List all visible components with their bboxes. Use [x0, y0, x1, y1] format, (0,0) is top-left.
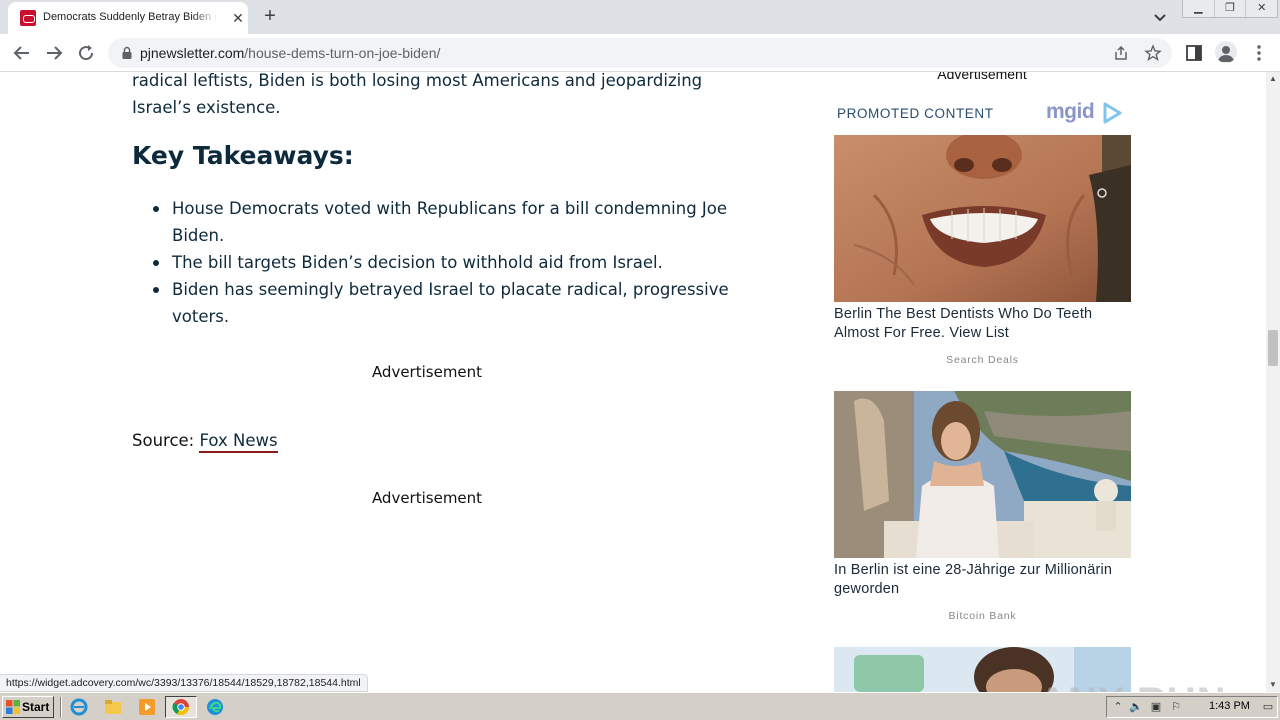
url-text: pjnewsletter.com/house-dems-turn-on-joe-…: [140, 45, 440, 61]
taskbar-clock[interactable]: 1:43 PM: [1209, 700, 1250, 712]
scrollbar-thumb[interactable]: [1268, 330, 1278, 366]
start-button[interactable]: Start: [2, 696, 54, 718]
media-player-icon[interactable]: [138, 698, 156, 716]
forward-arrow-icon[interactable]: [42, 41, 66, 65]
link-status-bubble: https://widget.adcovery.com/wc/3393/1337…: [0, 674, 368, 692]
page-viewport: radical leftists, Biden is both losing m…: [0, 72, 1266, 692]
scroll-down-arrow-icon[interactable]: ▼: [1266, 678, 1280, 692]
anyrun-watermark: ANY RUN: [1038, 680, 1227, 692]
side-panel-icon[interactable]: [1184, 43, 1204, 63]
close-tab-icon[interactable]: ✕: [230, 10, 246, 26]
chrome-icon: [172, 699, 190, 716]
window-controls: ▁ ❐ ✕: [1182, 0, 1278, 18]
more-menu-icon[interactable]: [1249, 43, 1269, 63]
browser-tab[interactable]: Democrats Suddenly Betray Biden over ✕: [8, 2, 248, 34]
minimize-icon[interactable]: ▁: [1183, 0, 1215, 17]
share-icon[interactable]: [1112, 44, 1130, 62]
lock-icon[interactable]: [120, 46, 134, 60]
chrome-taskbar-button[interactable]: [165, 696, 197, 718]
network-icon[interactable]: ▣: [1149, 700, 1163, 714]
tab-search-chevron-icon[interactable]: [1150, 8, 1170, 26]
source-line: Source: Fox News: [132, 431, 278, 453]
promoted-content-label: PROMOTED CONTENT: [837, 106, 994, 121]
edge-icon[interactable]: [206, 698, 224, 716]
tab-strip: Democrats Suddenly Betray Biden over ✕ +…: [0, 0, 1280, 34]
takeaway-item: House Democrats voted with Republicans f…: [153, 195, 732, 249]
promo-card-title[interactable]: In Berlin ist eine 28-Jährige zur Millio…: [834, 561, 1134, 599]
new-tab-button[interactable]: +: [258, 5, 282, 29]
scroll-up-arrow-icon[interactable]: ▲: [1266, 72, 1280, 86]
site-favicon-icon: [20, 10, 36, 26]
promo-card-source[interactable]: Search Deals: [834, 354, 1131, 366]
close-window-icon[interactable]: ✕: [1246, 0, 1277, 17]
file-explorer-icon[interactable]: [104, 698, 122, 716]
back-arrow-icon[interactable]: [10, 41, 34, 65]
show-desktop-icon[interactable]: ▭: [1261, 700, 1275, 714]
article-intro-paragraph: radical leftists, Biden is both losing m…: [132, 72, 703, 117]
advertisement-label: Advertisement: [371, 363, 483, 381]
promo-card-title[interactable]: Berlin The Best Dentists Who Do Teeth Al…: [834, 305, 1134, 343]
start-label: Start: [22, 700, 50, 714]
restore-icon[interactable]: ❐: [1215, 0, 1247, 17]
taskbar-divider: [60, 697, 62, 717]
system-tray: ⌃ 🔈 ▣ ⚐ 1:43 PM ▭: [1106, 696, 1278, 718]
reload-icon[interactable]: [74, 41, 98, 65]
bookmark-star-icon[interactable]: [1144, 44, 1162, 62]
profile-avatar-icon[interactable]: [1215, 41, 1237, 63]
mgid-logo[interactable]: mgid: [1046, 100, 1095, 124]
sidebar-advertisement-label: Advertisement: [937, 72, 1027, 82]
key-takeaways-heading: Key Takeaways:: [132, 141, 354, 170]
action-center-flag-icon[interactable]: ⚐: [1169, 700, 1183, 714]
promo-image-terrace[interactable]: [834, 391, 1131, 558]
browser-toolbar: pjnewsletter.com/house-dems-turn-on-joe-…: [0, 34, 1280, 72]
windows-taskbar: Start ⌃ 🔈 ▣ ⚐ 1:43 PM ▭: [0, 692, 1280, 720]
page-scrollbar[interactable]: ▲ ▼: [1266, 72, 1280, 692]
mgid-play-icon[interactable]: [1102, 102, 1122, 124]
advertisement-label: Advertisement: [371, 489, 483, 507]
show-hidden-icons-icon[interactable]: ⌃: [1111, 700, 1125, 714]
takeaway-item: The bill targets Biden’s decision to wit…: [153, 249, 732, 276]
promo-image-smile[interactable]: [834, 135, 1131, 302]
tab-title: Democrats Suddenly Betray Biden over: [43, 11, 218, 23]
windows-logo-icon: [6, 700, 20, 714]
promo-card-source[interactable]: Bitcoin Bank: [834, 610, 1131, 622]
source-link[interactable]: Fox News: [199, 431, 278, 453]
source-label: Source:: [132, 431, 195, 450]
volume-icon[interactable]: 🔈: [1129, 700, 1143, 714]
url-domain: pjnewsletter.com: [140, 45, 245, 61]
url-path: /house-dems-turn-on-joe-biden/: [244, 45, 441, 61]
address-bar[interactable]: pjnewsletter.com/house-dems-turn-on-joe-…: [108, 38, 1172, 68]
takeaway-item: Biden has seemingly betrayed Israel to p…: [153, 276, 732, 330]
key-takeaways-list: House Democrats voted with Republicans f…: [153, 195, 732, 330]
internet-explorer-icon[interactable]: [70, 698, 88, 716]
